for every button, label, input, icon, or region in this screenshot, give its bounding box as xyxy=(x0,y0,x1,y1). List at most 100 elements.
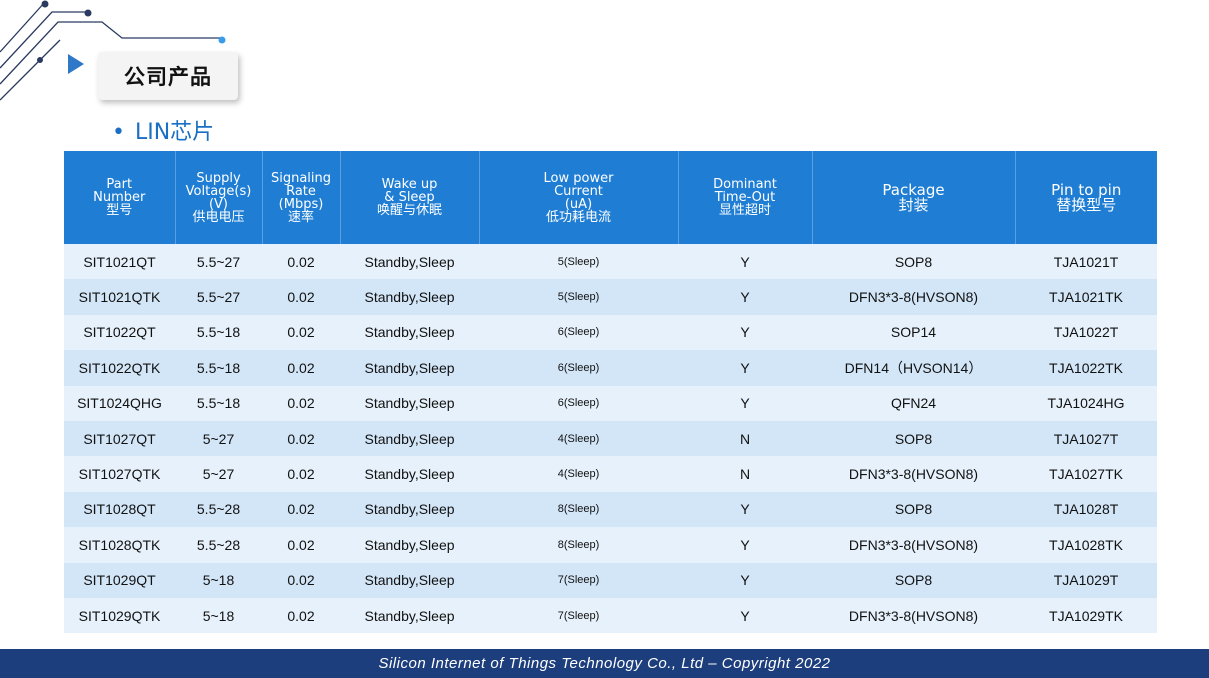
table-cell: Y xyxy=(678,562,812,598)
table-cell: Standby,Sleep xyxy=(340,385,479,421)
table-cell: Y xyxy=(678,314,812,351)
table-cell: 5(Sleep) xyxy=(479,279,678,315)
table-cell: 0.02 xyxy=(262,244,340,280)
table-cell: 8(Sleep) xyxy=(479,491,678,528)
table-cell: TJA1021T xyxy=(1015,244,1157,280)
table-cell: SOP8 xyxy=(812,420,1015,457)
table-cell: 4(Sleep) xyxy=(479,420,678,457)
table-cell: TJA1029TK xyxy=(1015,597,1157,634)
table-cell: Y xyxy=(678,350,812,386)
table-cell: 0.02 xyxy=(262,527,340,563)
table-cell: 5~27 xyxy=(175,420,262,457)
table-row: SIT1029QTK 5~18 0.02 Standby,Sleep 7(Sleep) Y… xyxy=(64,597,1157,634)
column-header-line: Current xyxy=(554,183,603,199)
table-cell: 8(Sleep) xyxy=(479,527,678,563)
lin-chip-table: Part Number 型号 Supply Voltage(s) (V) 供电电压 Signa… xyxy=(64,151,1157,634)
table-cell: TJA1022TK xyxy=(1015,350,1157,386)
column-header-line: 供电电压 xyxy=(192,209,245,225)
table-cell: 5~18 xyxy=(175,597,262,634)
table-cell: 5(Sleep) xyxy=(479,244,678,280)
table-cell: TJA1027T xyxy=(1015,420,1157,457)
table-cell: N xyxy=(678,456,812,492)
table-cell: N xyxy=(678,420,812,457)
table-cell: Y xyxy=(678,597,812,634)
table-cell: Y xyxy=(678,385,812,421)
table-row: SIT1021QTK 5.5~27 0.02 Standby,Sleep 5(Sleep… xyxy=(64,279,1157,315)
table-cell: SIT1028QTK xyxy=(64,527,175,563)
table-cell: DFN3*3-8(HVSON8) xyxy=(812,597,1015,634)
table-cell: Standby,Sleep xyxy=(340,244,479,280)
table-cell: Standby,Sleep xyxy=(340,491,479,528)
table-cell: 5~27 xyxy=(175,456,262,492)
table-row: SIT1024QHG 5.5~18 0.02 Standby,Sleep 6(Sleep… xyxy=(64,385,1157,421)
table-cell: SOP8 xyxy=(812,562,1015,598)
table-cell: TJA1024HG xyxy=(1015,385,1157,421)
table-cell: SIT1022QTK xyxy=(64,350,175,386)
table-cell: 0.02 xyxy=(262,314,340,351)
column-header-line: (V) xyxy=(208,196,229,212)
table-cell: DFN3*3-8(HVSON8) xyxy=(812,279,1015,315)
table-cell: SIT1029QTK xyxy=(64,597,175,634)
column-header-line: 替换型号 xyxy=(1056,195,1117,214)
table-cell: SOP8 xyxy=(812,491,1015,528)
table-cell: DFN14（HVSON14） xyxy=(812,350,1015,386)
table-cell: Standby,Sleep xyxy=(340,527,479,563)
table-cell: 5.5~18 xyxy=(175,314,262,351)
table-cell: SIT1022QT xyxy=(64,314,175,351)
column-header: Low power Current (uA) 低功耗电流 xyxy=(479,151,679,244)
column-header: Signaling Rate (Mbps) 速率 xyxy=(262,151,341,244)
table-cell: 5.5~18 xyxy=(175,385,262,421)
table-cell: Y xyxy=(678,279,812,315)
footer-copyright: Silicon Internet of Things Technology Co… xyxy=(0,649,1209,678)
column-header: Supply Voltage(s) (V) 供电电压 xyxy=(175,151,263,244)
bullet: • xyxy=(112,120,125,145)
table-cell: 6(Sleep) xyxy=(479,350,678,386)
table-cell: 6(Sleep) xyxy=(479,314,678,351)
table-cell: SIT1024QHG xyxy=(64,385,175,421)
table-cell: TJA1028TK xyxy=(1015,527,1157,563)
table-cell: 7(Sleep) xyxy=(479,597,678,634)
table-cell: SIT1027QTK xyxy=(64,456,175,492)
table-cell: Y xyxy=(678,491,812,528)
column-header-line: Rate xyxy=(286,183,316,199)
column-header-line: Signaling xyxy=(270,170,332,186)
table-row: SIT1027QT 5~27 0.02 Standby,Sleep 4(Sleep) N S… xyxy=(64,420,1157,457)
table-cell: Y xyxy=(678,527,812,563)
column-header-line: (Mbps) xyxy=(278,196,324,212)
table-cell: DFN3*3-8(HVSON8) xyxy=(812,527,1015,563)
column-header: Dominant Time-Out 显性超时 xyxy=(678,151,813,244)
table-cell: 0.02 xyxy=(262,279,340,315)
table-cell: 0.02 xyxy=(262,350,340,386)
table-cell: Standby,Sleep xyxy=(340,562,479,598)
column-header: Wake up & Sleep 唤醒与休眠 xyxy=(340,151,480,244)
column-header-line: 速率 xyxy=(287,209,314,225)
header-row: Part Number 型号 Supply Voltage(s) (V) 供电电压 Signa… xyxy=(64,151,1157,244)
table-row: SIT1022QTK 5.5~18 0.02 Standby,Sleep 6(Sleep… xyxy=(64,350,1157,386)
table-cell: 0.02 xyxy=(262,385,340,421)
column-header: Part Number 型号 xyxy=(64,151,176,244)
table-cell: 5.5~18 xyxy=(175,350,262,386)
table-cell: Standby,Sleep xyxy=(340,279,479,315)
table-cell: 6(Sleep) xyxy=(479,385,678,421)
table-cell: SIT1027QT xyxy=(64,420,175,457)
table-row: SIT1027QTK 5~27 0.02 Standby,Sleep 4(Sleep) N… xyxy=(64,456,1157,492)
table-cell: TJA1028T xyxy=(1015,491,1157,528)
column-header-line: 显性超时 xyxy=(718,203,771,218)
table-cell: SIT1021QTK xyxy=(64,279,175,315)
column-header-line: 低功耗电流 xyxy=(545,209,611,225)
column-header-line: 封装 xyxy=(898,195,929,214)
table-cell: 4(Sleep) xyxy=(479,456,678,492)
table-row: SIT1022QT 5.5~18 0.02 Standby,Sleep 6(Sleep)… xyxy=(64,314,1157,351)
table-row: SIT1029QT 5~18 0.02 Standby,Sleep 7(Sleep) Y S… xyxy=(64,562,1157,598)
table-cell: TJA1029T xyxy=(1015,562,1157,598)
table-cell: 0.02 xyxy=(262,456,340,492)
table-cell: TJA1021TK xyxy=(1015,279,1157,315)
column-header: Package 封装 xyxy=(812,151,1016,244)
table-row: SIT1021QT 5.5~27 0.02 Standby,Sleep 5(Sleep)… xyxy=(64,244,1157,280)
table-cell: 0.02 xyxy=(262,562,340,598)
table-cell: Y xyxy=(678,244,812,280)
table-cell: DFN3*3-8(HVSON8) xyxy=(812,456,1015,492)
table-cell: SOP14 xyxy=(812,314,1015,351)
table-cell: Standby,Sleep xyxy=(340,314,479,351)
column-header-line: Low power xyxy=(543,170,614,186)
